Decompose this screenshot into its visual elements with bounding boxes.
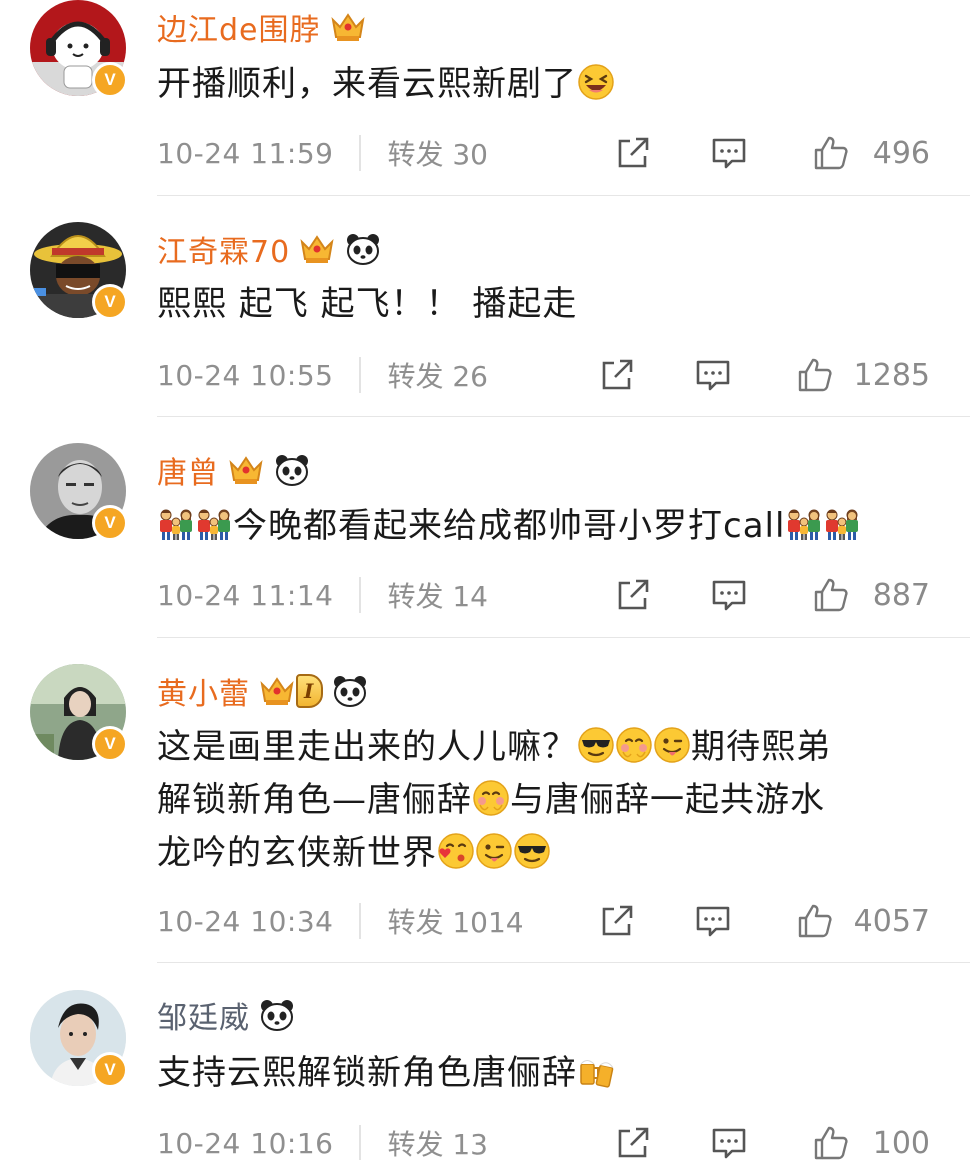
panda-icon [331,674,369,708]
divider [359,903,362,939]
username[interactable]: 边江de围脖 [157,5,321,49]
share-icon[interactable] [614,1124,652,1160]
comment-icon[interactable] [694,902,732,940]
divider [359,577,362,613]
crown-icon [258,674,296,708]
panda-icon [273,453,311,487]
share-icon[interactable] [614,576,652,614]
timestamp: 10-24 10:34 [157,904,334,938]
vip-level-badge: I [258,674,324,708]
comment-text-body: 支持云熙解锁新角色唐俪辞 [157,1053,577,1093]
username[interactable]: 唐曾 [157,448,219,492]
timestamp: 10-24 11:59 [157,136,334,170]
like-count: 100 [872,1125,930,1160]
crown-icon [227,453,265,487]
like-button[interactable]: 4057 [796,902,930,940]
comment-text-line: 这是画里走出来的人儿嘛？ [157,727,577,767]
cute-emoji-icon [472,779,510,817]
comment-icon[interactable] [710,134,748,172]
kiss-emoji-icon [437,832,475,870]
like-button[interactable]: 1285 [796,356,930,394]
repost-count[interactable]: 转发 30 [387,133,488,173]
comment-item: V 唐曾 今晚都看起来给成都帅哥小罗打call 10-24 11:14 转发 1… [0,443,970,639]
laughing-emoji-icon [577,63,615,101]
comment-item: V 黄小蕾 I 这是画里走出来的人儿嘛？ 期待熙弟 解锁新角色—唐俪辞 与唐俪辞一起… [0,664,970,964]
tongue-emoji-icon [653,726,691,764]
family-emoji-icon [785,505,823,543]
repost-count[interactable]: 转发 14 [387,575,488,615]
timestamp: 10-24 10:55 [157,358,334,392]
divider [157,195,970,196]
comment-text: 支持云熙解锁新角色唐俪辞 [157,1047,930,1100]
verified-badge: V [92,726,128,762]
share-icon[interactable] [598,902,636,940]
like-count: 4057 [853,903,930,939]
timestamp: 10-24 11:14 [157,578,334,612]
divider [359,357,362,393]
comment-icon[interactable] [710,1124,748,1160]
username[interactable]: 邹廷威 [157,993,250,1037]
cheers-emoji-icon [577,1052,615,1090]
comment-text: 今晚都看起来给成都帅哥小罗打call [157,500,930,553]
comment-feed: V 边江de围脖 开播顺利，来看云熙新剧了 10-24 11:59 转发 30 … [0,0,970,1160]
share-icon[interactable] [598,356,636,394]
comment-item: V 边江de围脖 开播顺利，来看云熙新剧了 10-24 11:59 转发 30 … [0,0,970,196]
like-button[interactable]: 887 [812,576,930,614]
repost-count[interactable]: 转发 1014 [387,901,523,941]
comment-text-line: 解锁新角色—唐俪辞 [157,780,472,820]
like-button[interactable]: 496 [812,134,930,172]
divider [359,135,362,171]
crown-icon [298,232,336,266]
panda-icon [344,232,382,266]
comment-item: V 江奇霖70 熙熙 起飞 起飞！！ 播起走 10-24 10:55 转发 26… [0,222,970,418]
thumbs-up-icon [812,134,850,172]
thumbs-up-icon [812,576,850,614]
verified-badge: V [92,505,128,541]
verified-badge: V [92,284,128,320]
timestamp: 10-24 10:16 [157,1126,334,1160]
verified-badge: V [92,1052,128,1088]
username[interactable]: 黄小蕾 [157,669,250,713]
like-count: 887 [872,577,930,613]
thumbs-up-icon [812,1124,850,1160]
comment-icon[interactable] [710,576,748,614]
divider [157,962,970,963]
comment-text-line: 期待熙弟 [691,727,831,767]
cool-emoji-icon [577,726,615,764]
family-emoji-icon [195,505,233,543]
comment-text-line: 龙吟的玄侠新世界 [157,833,437,873]
comment-text-body: 今晚都看起来给成都帅哥小罗打call [233,506,786,546]
divider [157,416,970,417]
like-button[interactable]: 100 [812,1124,930,1160]
comment-text: 熙熙 起飞 起飞！！ 播起走 [157,278,930,331]
repost-count[interactable]: 转发 26 [387,355,488,395]
comment-text-body: 熙熙 起飞 起飞！！ 播起走 [157,284,578,324]
comment-text: 这是画里走出来的人儿嘛？ 期待熙弟 解锁新角色—唐俪辞 与唐俪辞一起共游水 龙吟的玄… [157,721,930,880]
cool-emoji-icon [513,832,551,870]
divider [157,637,970,638]
share-icon[interactable] [614,134,652,172]
comment-item: V 邹廷威 支持云熙解锁新角色唐俪辞 10-24 10:16 转发 13 100 [0,990,970,1160]
comment-text: 开播顺利，来看云熙新剧了 [157,58,930,111]
crown-icon [329,10,367,44]
thumbs-up-icon [796,902,834,940]
username[interactable]: 江奇霖70 [157,227,290,271]
comment-text-body: 开播顺利，来看云熙新剧了 [157,64,577,104]
thumbs-up-icon [796,356,834,394]
family-emoji-icon [823,505,861,543]
panda-icon [258,998,296,1032]
cute-emoji-icon [615,726,653,764]
family-emoji-icon [157,505,195,543]
tongue-emoji-icon [475,832,513,870]
repost-count[interactable]: 转发 13 [387,1123,488,1160]
like-count: 496 [872,135,930,171]
divider [359,1125,362,1160]
level-label: I [296,674,324,708]
comment-icon[interactable] [694,356,732,394]
like-count: 1285 [853,357,930,393]
verified-badge: V [92,62,128,98]
comment-text-line: 与唐俪辞一起共游水 [510,780,825,820]
